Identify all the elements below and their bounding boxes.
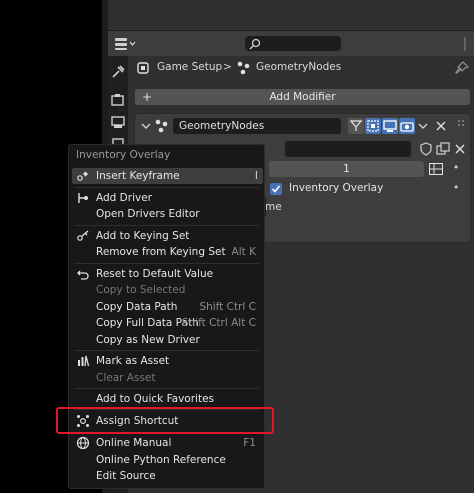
menu-label: Add to Quick Favorites — [96, 393, 215, 405]
menu-label: Edit Source — [96, 470, 156, 482]
drag-handle-icon[interactable] — [456, 118, 468, 130]
modifier-name-field[interactable]: GeometryNodes — [173, 118, 341, 134]
input-value: 1 — [343, 163, 350, 175]
chevron-icon — [464, 37, 466, 51]
pin-icon[interactable] — [455, 61, 469, 75]
menu-separator — [74, 350, 259, 351]
menu-label: Open Drivers Editor — [96, 208, 200, 220]
menu-item-edit-source[interactable]: Edit Source — [69, 468, 264, 484]
driver-icon — [76, 190, 90, 206]
collapse-chevron-icon[interactable] — [141, 121, 151, 131]
menu-label: Copy to Selected — [96, 284, 186, 296]
edit-mode-cage-icon[interactable] — [348, 118, 364, 134]
menu-shortcut: I — [254, 170, 258, 182]
menu-item-copy-to-selected[interactable]: Copy to Selected — [69, 282, 264, 298]
keyframe-icon — [76, 168, 90, 184]
menu-item-add-to-quick-favorites[interactable]: Add to Quick Favorites — [69, 391, 264, 407]
menu-item-online-python-reference[interactable]: Online Python Reference — [69, 452, 264, 468]
breadcrumb-object: Game Setup — [157, 61, 223, 73]
add-modifier-label: Add Modifier — [269, 91, 336, 103]
menu-label: Online Python Reference — [96, 454, 226, 466]
duplicate-icon[interactable] — [435, 141, 451, 157]
menu-label: Add Driver — [96, 192, 152, 204]
output-tab-icon[interactable] — [110, 114, 126, 130]
menu-label: Add to Keying Set — [96, 230, 190, 242]
menu-title: Inventory Overlay — [76, 149, 171, 161]
menu-separator — [74, 225, 259, 226]
menu-shortcut: Shift Ctrl Alt C — [181, 317, 256, 329]
menu-item-open-drivers-editor[interactable]: Open Drivers Editor — [69, 206, 264, 222]
menu-label: Remove from Keying Set — [96, 246, 226, 258]
breadcrumb: Game Setup > GeometryNodes — [128, 56, 474, 80]
options-handle[interactable] — [461, 35, 469, 53]
menu-item-insert-keyframe[interactable]: Insert Keyframe I — [72, 168, 263, 184]
menu-shortcut: Shift Ctrl C — [199, 301, 256, 313]
edit-mode-icon[interactable] — [365, 118, 381, 134]
menu-shortcut: Alt K — [231, 246, 256, 258]
menu-separator — [74, 263, 259, 264]
menu-item-copy-as-new-driver[interactable]: Copy as New Driver — [69, 332, 264, 348]
search-icon — [249, 38, 261, 50]
inventory-overlay-checkbox[interactable] — [270, 183, 282, 195]
menu-item-add-driver[interactable]: Add Driver — [69, 190, 264, 206]
render-camera-icon[interactable] — [399, 118, 415, 134]
attribute-toggle-icon[interactable] — [429, 163, 443, 175]
reset-icon — [76, 266, 90, 282]
menu-label: Clear Asset — [96, 372, 156, 384]
menu-item-remove-from-keying-set[interactable]: Remove from Keying Set Alt K — [69, 244, 264, 260]
editor-type-icon — [115, 38, 136, 50]
unlink-icon[interactable] — [452, 141, 468, 157]
viewport-display-icon[interactable] — [382, 118, 398, 134]
input-value-field[interactable]: 1 — [269, 161, 424, 177]
highlight-annotation — [56, 407, 274, 434]
help-icon — [76, 435, 90, 451]
search-input[interactable] — [245, 36, 341, 51]
menu-item-copy-full-data-path[interactable]: Copy Full Data Path Shift Ctrl Alt C — [69, 315, 264, 331]
menu-label: Online Manual — [96, 437, 172, 449]
inventory-overlay-label: Inventory Overlay — [289, 182, 384, 194]
menu-item-reset-to-default[interactable]: Reset to Default Value — [69, 266, 264, 282]
menu-separator — [74, 187, 259, 188]
decorate-dot[interactable]: • — [453, 162, 459, 174]
editor-type-button[interactable] — [114, 37, 136, 51]
geometry-nodes-icon — [237, 61, 250, 75]
asset-icon — [76, 353, 90, 369]
menu-shortcut: F1 — [243, 437, 256, 449]
fake-user-shield-icon[interactable] — [418, 141, 434, 157]
menu-separator — [74, 388, 259, 389]
render-tab-icon[interactable] — [110, 92, 126, 108]
menu-label: Copy Data Path — [96, 301, 178, 313]
menu-label: Mark as Asset — [96, 355, 170, 367]
top-bar — [108, 0, 474, 30]
node-group-field[interactable] — [285, 141, 411, 157]
add-modifier-button[interactable]: + Add Modifier — [135, 89, 470, 105]
breadcrumb-modifier: GeometryNodes — [256, 61, 342, 73]
menu-item-add-to-keying-set[interactable]: Add to Keying Set — [69, 228, 264, 244]
properties-header — [108, 30, 474, 56]
menu-item-copy-data-path[interactable]: Copy Data Path Shift Ctrl C — [69, 299, 264, 315]
object-icon — [137, 62, 149, 74]
menu-item-online-manual[interactable]: Online Manual F1 — [69, 435, 264, 451]
geometry-nodes-icon — [155, 119, 168, 133]
menu-label: Reset to Default Value — [96, 268, 214, 280]
menu-label: Insert Keyframe — [96, 170, 180, 182]
decorate-dot[interactable]: • — [453, 182, 459, 194]
close-icon[interactable] — [435, 120, 447, 132]
menu-item-clear-asset[interactable]: Clear Asset — [69, 370, 264, 386]
chevron-down-icon[interactable] — [418, 121, 428, 131]
context-menu: Inventory Overlay Insert Keyframe I Add … — [68, 144, 265, 489]
menu-label: Copy as New Driver — [96, 334, 200, 346]
breadcrumb-separator: > — [223, 61, 232, 73]
checkmark-icon — [271, 185, 281, 193]
keying-set-icon — [76, 228, 90, 244]
tool-tab-icon[interactable] — [110, 64, 126, 80]
menu-item-mark-as-asset[interactable]: Mark as Asset — [69, 353, 264, 369]
